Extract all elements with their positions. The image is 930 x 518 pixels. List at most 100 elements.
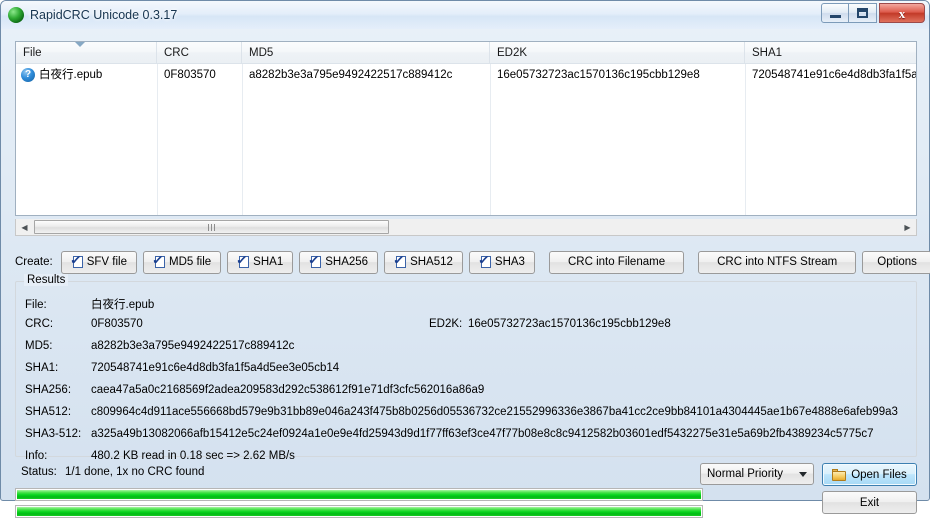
status-line: Status: 1/1 done, 1x no CRC found bbox=[21, 466, 204, 478]
open-files-button[interactable]: Open Files bbox=[822, 463, 917, 486]
result-value-sha1: 720548741e91c6e4d8db3fa1f5a4d5ee3e05cb14 bbox=[91, 362, 340, 374]
results-group: Results File: 白夜行.epub CRC: 0F803570 ED2K:… bbox=[15, 274, 917, 462]
close-button[interactable]: x bbox=[879, 3, 925, 23]
exit-button[interactable]: Exit bbox=[822, 491, 917, 514]
scroll-left-arrow-icon[interactable]: ◀ bbox=[16, 220, 33, 235]
create-md5-file-label: MD5 file bbox=[168, 256, 212, 268]
create-toolbar: Create: ✓ SFV file ✓ MD5 file ✓ SHA1 ✓ S… bbox=[15, 249, 930, 275]
close-icon: x bbox=[898, 5, 906, 21]
result-label-sha512: SHA512: bbox=[25, 406, 72, 418]
column-divider bbox=[490, 64, 491, 215]
result-row-sha256: SHA256: caea47a5a0c2168569f2adea209583d29… bbox=[25, 384, 910, 396]
cell-crc: 0F803570 bbox=[164, 69, 216, 81]
result-label-sha256: SHA256: bbox=[25, 384, 72, 396]
column-header-sha1[interactable]: SHA1 bbox=[745, 42, 916, 63]
progress-bar-file bbox=[15, 488, 703, 501]
create-sfv-file-label: SFV file bbox=[86, 256, 127, 268]
result-value-info: 480.2 KB read in 0.18 sec => 2.62 MB/s bbox=[91, 450, 295, 462]
create-sha256-label: SHA256 bbox=[325, 256, 369, 268]
file-list[interactable]: File CRC MD5 ED2K SHA1 ? 白夜行.epub 0F8035… bbox=[15, 41, 917, 216]
minimize-button[interactable] bbox=[821, 3, 849, 23]
window-controls: x bbox=[821, 3, 925, 23]
create-sha512-button[interactable]: ✓ SHA512 bbox=[384, 250, 463, 274]
folder-icon bbox=[832, 468, 847, 481]
create-sha3-button[interactable]: ✓ SHA3 bbox=[468, 250, 535, 274]
column-header-crc[interactable]: CRC bbox=[157, 42, 242, 63]
maximize-button[interactable] bbox=[849, 3, 877, 23]
result-row-sha512: SHA512: c809964c4d911ace556668bd579e9b31b… bbox=[25, 406, 910, 418]
create-sha512-label: SHA512 bbox=[410, 256, 453, 268]
create-sha1-label: SHA1 bbox=[253, 256, 284, 268]
column-divider bbox=[745, 64, 746, 215]
progress-bar-total-fill bbox=[17, 507, 701, 516]
results-legend: Results bbox=[24, 274, 69, 286]
check-page-icon: ✓ bbox=[392, 253, 407, 268]
priority-select[interactable]: Normal Priority bbox=[700, 463, 814, 485]
result-row-sha1: SHA1: 720548741e91c6e4d8db3fa1f5a4d5ee3e0… bbox=[25, 362, 910, 374]
file-list-body: ? 白夜行.epub 0F803570 a8282b3e3a795e949242… bbox=[16, 64, 916, 215]
result-value-crc: 0F803570 bbox=[91, 318, 143, 330]
crc-into-filename-button[interactable]: CRC into Filename bbox=[548, 250, 685, 274]
result-value-sha256: caea47a5a0c2168569f2adea209583d292c53861… bbox=[91, 384, 485, 396]
create-sha256-button[interactable]: ✓ SHA256 bbox=[299, 250, 379, 274]
status-text: 1/1 done, 1x no CRC found bbox=[65, 466, 205, 478]
window-title: RapidCRC Unicode 0.3.17 bbox=[30, 8, 178, 22]
question-mark-icon: ? bbox=[21, 68, 35, 82]
result-row-file: File: 白夜行.epub bbox=[25, 296, 910, 312]
result-label-file: File: bbox=[25, 299, 47, 311]
file-list-header: File CRC MD5 ED2K SHA1 bbox=[16, 42, 916, 64]
chevron-down-icon bbox=[799, 471, 807, 477]
result-value-sha512: c809964c4d911ace556668bd579e9b31bb89e046… bbox=[91, 406, 898, 418]
cell-ed2k: 16e05732723ac1570136c195cbb129e8 bbox=[497, 69, 700, 81]
check-page-icon: ✓ bbox=[151, 253, 165, 268]
sort-ascending-icon bbox=[75, 42, 85, 47]
cell-file: ? 白夜行.epub bbox=[16, 64, 157, 86]
progress-bar-file-fill bbox=[17, 490, 701, 499]
scrollbar-grip-icon bbox=[208, 223, 215, 231]
result-row-crc: CRC: 0F803570 ED2K: 16e05732723ac1570136c… bbox=[25, 318, 910, 330]
result-label-sha3-512: SHA3-512: bbox=[25, 428, 82, 440]
column-divider bbox=[157, 64, 158, 215]
result-value-file: 白夜行.epub bbox=[91, 299, 155, 311]
result-row-info: Info: 480.2 KB read in 0.18 sec => 2.62 M… bbox=[25, 450, 910, 462]
create-md5-file-button[interactable]: ✓ MD5 file bbox=[142, 250, 222, 274]
result-row-md5: MD5: a8282b3e3a795e9492422517c889412c bbox=[25, 340, 910, 352]
check-page-icon: ✓ bbox=[235, 253, 250, 268]
result-label-info: Info: bbox=[25, 450, 48, 462]
column-header-file-label: File bbox=[23, 47, 42, 59]
app-window: RapidCRC Unicode 0.3.17 x File CRC MD5 E… bbox=[0, 0, 930, 518]
result-label-crc: CRC: bbox=[25, 318, 54, 330]
create-label: Create: bbox=[15, 256, 53, 268]
column-header-file[interactable]: File bbox=[16, 42, 157, 63]
horizontal-scrollbar[interactable]: ◀ ▶ bbox=[15, 219, 917, 236]
options-button[interactable]: Options bbox=[862, 250, 930, 274]
maximize-icon bbox=[857, 8, 868, 18]
column-header-md5[interactable]: MD5 bbox=[242, 42, 490, 63]
cell-file-label: 白夜行.epub bbox=[39, 69, 103, 81]
create-sfv-file-button[interactable]: ✓ SFV file bbox=[60, 250, 137, 274]
scroll-right-arrow-icon[interactable]: ▶ bbox=[899, 220, 916, 235]
check-page-icon: ✓ bbox=[307, 253, 322, 268]
cell-md5: a8282b3e3a795e9492422517c889412c bbox=[249, 69, 453, 81]
crc-into-ntfs-stream-button[interactable]: CRC into NTFS Stream bbox=[698, 250, 857, 274]
result-row-sha3-512: SHA3-512: a325a49b13082066afb15412e5c24ef… bbox=[25, 428, 910, 440]
cell-sha1: 720548741e91c6e4d8db3fa1f5a bbox=[752, 69, 916, 81]
app-logo-icon bbox=[8, 7, 24, 23]
result-label-sha1: SHA1: bbox=[25, 362, 59, 374]
table-row[interactable]: ? 白夜行.epub 0F803570 a8282b3e3a795e949242… bbox=[16, 64, 916, 86]
minimize-icon bbox=[829, 14, 841, 18]
check-page-icon: ✓ bbox=[477, 253, 491, 268]
priority-select-value: Normal Priority bbox=[707, 468, 784, 480]
scrollbar-thumb[interactable] bbox=[34, 220, 389, 234]
column-header-ed2k[interactable]: ED2K bbox=[490, 42, 745, 63]
result-value-sha3-512: a325a49b13082066afb15412e5c24ef0924a1e0e… bbox=[91, 428, 874, 440]
title-bar[interactable]: RapidCRC Unicode 0.3.17 x bbox=[1, 1, 929, 29]
open-files-label: Open Files bbox=[851, 468, 907, 481]
progress-bar-total bbox=[15, 505, 703, 518]
create-sha1-button[interactable]: ✓ SHA1 bbox=[227, 250, 294, 274]
result-value-ed2k: 16e05732723ac1570136c195cbb129e8 bbox=[468, 318, 671, 330]
result-label-md5: MD5: bbox=[25, 340, 53, 352]
check-page-icon: ✓ bbox=[69, 253, 83, 268]
create-sha3-label: SHA3 bbox=[494, 256, 525, 268]
status-label: Status: bbox=[21, 466, 57, 478]
